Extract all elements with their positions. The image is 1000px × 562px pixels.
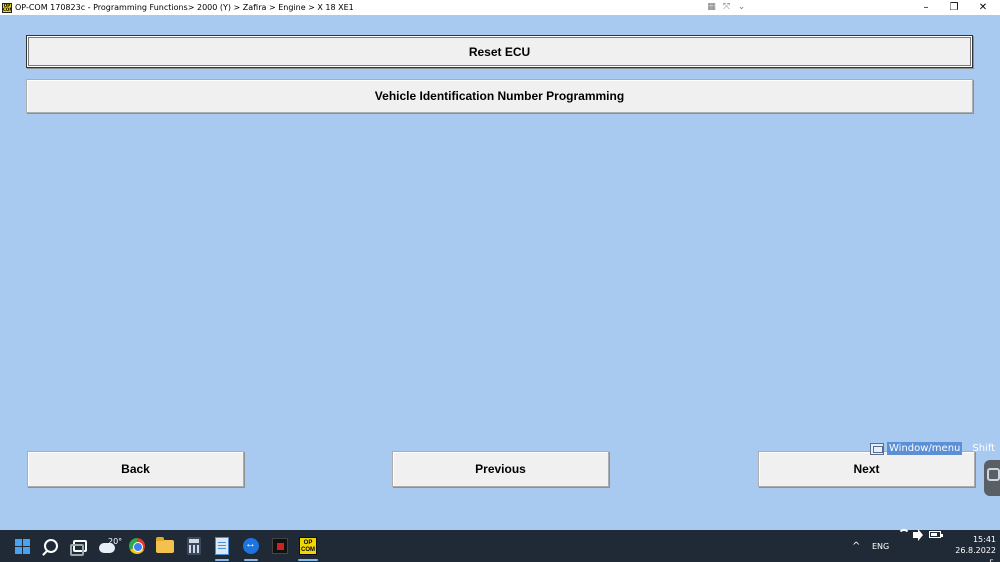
volume-icon[interactable] — [913, 529, 925, 541]
tooltip-label: Window/menu — [887, 442, 963, 455]
tooltip-shortcut: Shift — [972, 443, 996, 454]
previous-button[interactable]: Previous — [392, 451, 609, 487]
window-menu-tooltip: Window/menu Shift — [868, 442, 1000, 455]
weather-temperature: 20° — [108, 537, 123, 546]
maximize-button[interactable]: ❐ — [939, 0, 969, 15]
battery-icon[interactable] — [929, 530, 943, 538]
folder-icon — [156, 536, 174, 553]
title-bar: OP COM OP-COM 170823c - Programming Func… — [0, 0, 1000, 15]
windows-icon — [14, 538, 30, 554]
reset-ecu-button[interactable]: Reset ECU — [26, 35, 973, 68]
titlebar-tools: ▦ ⤧ ⌄ — [706, 1, 747, 12]
notepad-icon — [215, 537, 229, 555]
opcom-icon-text-bottom: COM — [301, 547, 315, 553]
file-explorer-taskbar-button[interactable] — [155, 536, 175, 556]
taskbar: 20° OP COM ^ ENG 15:41 26.8.2022 г. — [0, 528, 1000, 562]
dark-app-taskbar-button[interactable] — [270, 536, 290, 556]
expand-icon[interactable]: ⤧ — [721, 1, 732, 12]
window-icon — [870, 442, 884, 455]
next-button[interactable]: Next — [758, 451, 975, 487]
opcom-icon: OP COM — [299, 537, 317, 555]
clock-date: 26.8.2022 г. — [955, 546, 996, 562]
chrome-icon — [129, 538, 145, 554]
show-hidden-icons-button[interactable]: ^ — [852, 530, 860, 562]
search-icon — [44, 539, 58, 553]
side-panel-handle[interactable] — [984, 460, 1000, 496]
clock-time: 15:41 — [972, 535, 996, 544]
active-indicator — [298, 559, 318, 561]
app-icon-text-bottom: COM — [3, 6, 11, 12]
teamviewer-taskbar-button[interactable] — [241, 536, 261, 556]
notepad-taskbar-button[interactable] — [212, 536, 232, 556]
chrome-taskbar-button[interactable] — [127, 536, 147, 556]
active-indicator — [215, 559, 229, 561]
app-icon — [272, 538, 288, 554]
chevron-down-icon[interactable]: ⌄ — [736, 1, 747, 12]
calculator-icon — [187, 537, 201, 555]
opcom-taskbar-button[interactable]: OP COM — [298, 536, 318, 556]
search-button[interactable] — [41, 536, 61, 556]
opcom-icon-text-top: OP — [303, 540, 313, 546]
back-button[interactable]: Back — [27, 451, 244, 487]
wifi-icon[interactable] — [898, 528, 910, 539]
clock[interactable]: 15:41 26.8.2022 г. — [948, 534, 996, 562]
language-indicator[interactable]: ENG — [872, 530, 889, 562]
close-button[interactable]: ✕ — [968, 0, 998, 15]
minimize-button[interactable]: – — [911, 0, 941, 15]
grid-icon[interactable]: ▦ — [706, 1, 717, 12]
vin-programming-button[interactable]: Vehicle Identification Number Programmin… — [26, 79, 973, 113]
teamviewer-icon — [243, 538, 259, 554]
opcom-app-icon: OP COM — [2, 2, 12, 13]
main-panel: Reset ECU Vehicle Identification Number … — [0, 15, 1000, 530]
active-indicator — [244, 559, 258, 561]
calculator-taskbar-button[interactable] — [184, 536, 204, 556]
task-view-button[interactable] — [70, 536, 90, 556]
window-title: OP-COM 170823c - Programming Functions> … — [15, 3, 354, 12]
task-view-icon — [70, 540, 87, 556]
start-button[interactable] — [12, 536, 32, 556]
